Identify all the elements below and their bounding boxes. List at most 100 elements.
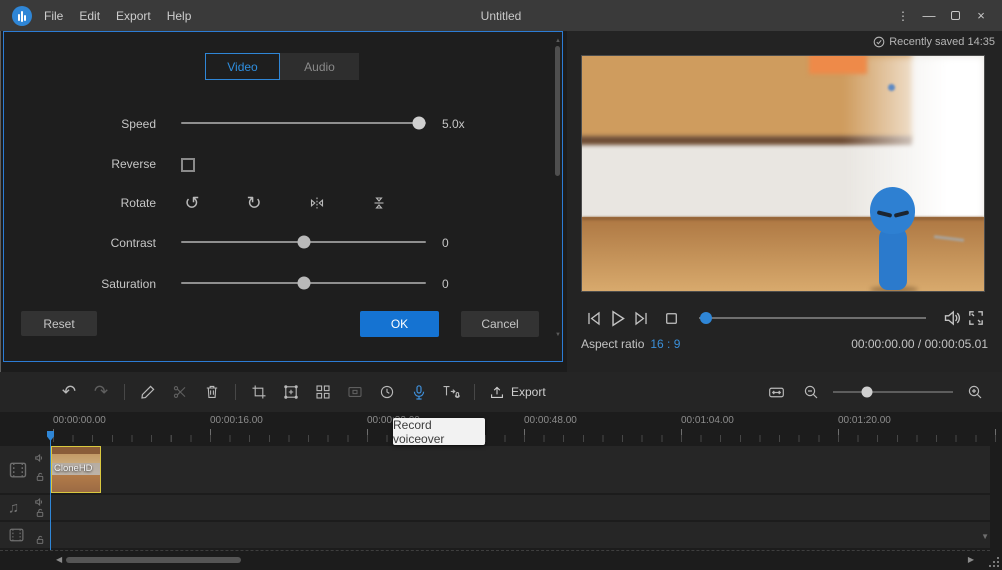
tab-video[interactable]: Video <box>205 53 280 80</box>
fit-to-timeline-button[interactable] <box>763 379 789 405</box>
freeze-frame-button[interactable] <box>342 379 368 405</box>
ruler-timestamp: 00:00:16.00 <box>210 415 263 426</box>
toolbar-divider <box>474 384 475 400</box>
audio-track[interactable]: ♫ <box>0 495 990 520</box>
preview-info-row: Aspect ratio16 : 9 00:00:00.00 / 00:00:0… <box>581 337 988 351</box>
maximize-button[interactable] <box>942 3 968 29</box>
flip-vertical-button[interactable] <box>366 190 392 216</box>
clip-edit-panel: Video Audio Speed 5.0x Reverse Rotate ↺ … <box>3 31 563 362</box>
preview-progress-slider[interactable] <box>699 311 926 325</box>
panel-scrollbar-thumb[interactable] <box>555 46 560 176</box>
window-controls: ⋮ — × <box>890 3 1002 29</box>
scroll-down-icon[interactable]: ▼ <box>555 332 561 338</box>
scroll-up-icon[interactable]: ▲ <box>555 38 561 44</box>
zoom-in-button[interactable] <box>962 379 988 405</box>
zoom-region-button[interactable] <box>278 379 304 405</box>
export-button[interactable]: Export <box>489 384 546 400</box>
contrast-label: Contrast <box>4 236 156 250</box>
track-mute-icon[interactable] <box>34 497 44 507</box>
sticky-note <box>809 55 867 74</box>
minimize-button[interactable]: — <box>916 3 942 29</box>
playhead-line <box>50 440 51 550</box>
track-lock-icon[interactable] <box>35 472 45 482</box>
window-light <box>843 56 984 221</box>
preview-progress-thumb[interactable] <box>700 312 712 324</box>
timeline-divider <box>0 550 990 551</box>
contrast-slider[interactable] <box>181 235 426 249</box>
video-track-2[interactable] <box>0 522 990 548</box>
ok-button[interactable]: OK <box>360 311 439 337</box>
flip-vertical-icon <box>371 195 387 211</box>
resize-grip-icon[interactable] <box>988 556 1000 568</box>
record-voiceover-button[interactable] <box>406 379 432 405</box>
rotate-left-button[interactable]: ↺ <box>179 190 205 216</box>
track-mute-icon[interactable] <box>34 453 44 463</box>
export-label: Export <box>511 385 546 399</box>
video-track-1[interactable]: CloneHD <box>0 446 990 493</box>
app-window: File Edit Export Help Untitled ⋮ — × Vid… <box>0 0 1002 570</box>
hscroll-left-icon[interactable]: ◀ <box>56 555 62 564</box>
aspect-ratio[interactable]: Aspect ratio16 : 9 <box>581 337 680 351</box>
timeline-ruler[interactable] <box>50 429 1002 442</box>
timeline-zoom-slider[interactable] <box>833 385 953 399</box>
delete-button[interactable] <box>199 379 225 405</box>
redo-button[interactable]: ↷ <box>88 379 114 405</box>
cancel-button[interactable]: Cancel <box>461 311 539 337</box>
previous-frame-button[interactable] <box>581 306 605 330</box>
video-preview <box>581 55 985 292</box>
toolbar-divider <box>235 384 236 400</box>
mosaic-button[interactable] <box>310 379 336 405</box>
crop-button[interactable] <box>246 379 272 405</box>
track-lock-icon[interactable] <box>35 508 45 518</box>
hscroll-right-icon[interactable]: ▶ <box>968 555 974 564</box>
speed-slider-thumb[interactable] <box>412 117 425 130</box>
reverse-label: Reverse <box>4 157 156 171</box>
contrast-value: 0 <box>442 236 449 250</box>
more-options-icon[interactable]: ⋮ <box>890 3 916 29</box>
fullscreen-icon[interactable] <box>964 306 988 330</box>
save-status: Recently saved 14:35 <box>873 36 995 48</box>
track-lock-icon[interactable] <box>35 535 45 545</box>
rotate-right-icon: ↻ <box>246 193 261 214</box>
check-circle-icon <box>873 36 885 48</box>
saturation-slider-thumb[interactable] <box>297 277 310 290</box>
duration-button[interactable] <box>374 379 400 405</box>
menu-help[interactable]: Help <box>167 9 192 23</box>
panel-scrollbar[interactable]: ▲ ▼ <box>555 40 561 336</box>
volume-icon[interactable] <box>940 306 964 330</box>
timeline-zoom-thumb[interactable] <box>861 387 872 398</box>
saturation-slider[interactable] <box>181 276 426 290</box>
text-to-speech-button[interactable] <box>438 379 464 405</box>
horizontal-scrollbar-thumb[interactable] <box>66 557 241 563</box>
timeline-clip[interactable]: CloneHD <box>51 446 101 493</box>
timeline-toolbar: ↶ ↷ <box>0 372 1002 412</box>
menu-export[interactable]: Export <box>116 9 151 23</box>
split-button[interactable] <box>167 379 193 405</box>
flip-horizontal-icon <box>309 195 325 211</box>
vertical-scroll-down-icon[interactable]: ▼ <box>981 532 989 541</box>
preview-progress-track <box>699 317 926 319</box>
reverse-checkbox[interactable] <box>181 158 195 172</box>
edit-clip-button[interactable] <box>135 379 161 405</box>
undo-button[interactable]: ↶ <box>56 379 82 405</box>
speed-label: Speed <box>4 117 156 131</box>
clip-label: CloneHD <box>54 463 93 474</box>
play-button[interactable] <box>605 306 629 330</box>
stop-button[interactable] <box>659 306 683 330</box>
next-frame-button[interactable] <box>629 306 653 330</box>
menu-edit[interactable]: Edit <box>79 9 100 23</box>
reset-button[interactable]: Reset <box>21 311 97 336</box>
rotate-right-button[interactable]: ↻ <box>241 190 267 216</box>
timeline-zoom-controls <box>763 372 988 412</box>
tab-audio[interactable]: Audio <box>280 53 359 80</box>
rotate-label: Rotate <box>4 196 156 210</box>
timeline: 00:00:00.00 00:00:16.00 00:00:32.00 00:0… <box>0 412 1002 570</box>
zoom-out-button[interactable] <box>798 379 824 405</box>
contrast-slider-thumb[interactable] <box>297 236 310 249</box>
playback-controls <box>581 304 988 332</box>
close-button[interactable]: × <box>968 3 994 29</box>
menu-file[interactable]: File <box>44 9 63 23</box>
flip-horizontal-button[interactable] <box>304 190 330 216</box>
ruler-timestamp: 00:00:00.00 <box>53 415 106 426</box>
speed-slider[interactable] <box>181 116 426 130</box>
